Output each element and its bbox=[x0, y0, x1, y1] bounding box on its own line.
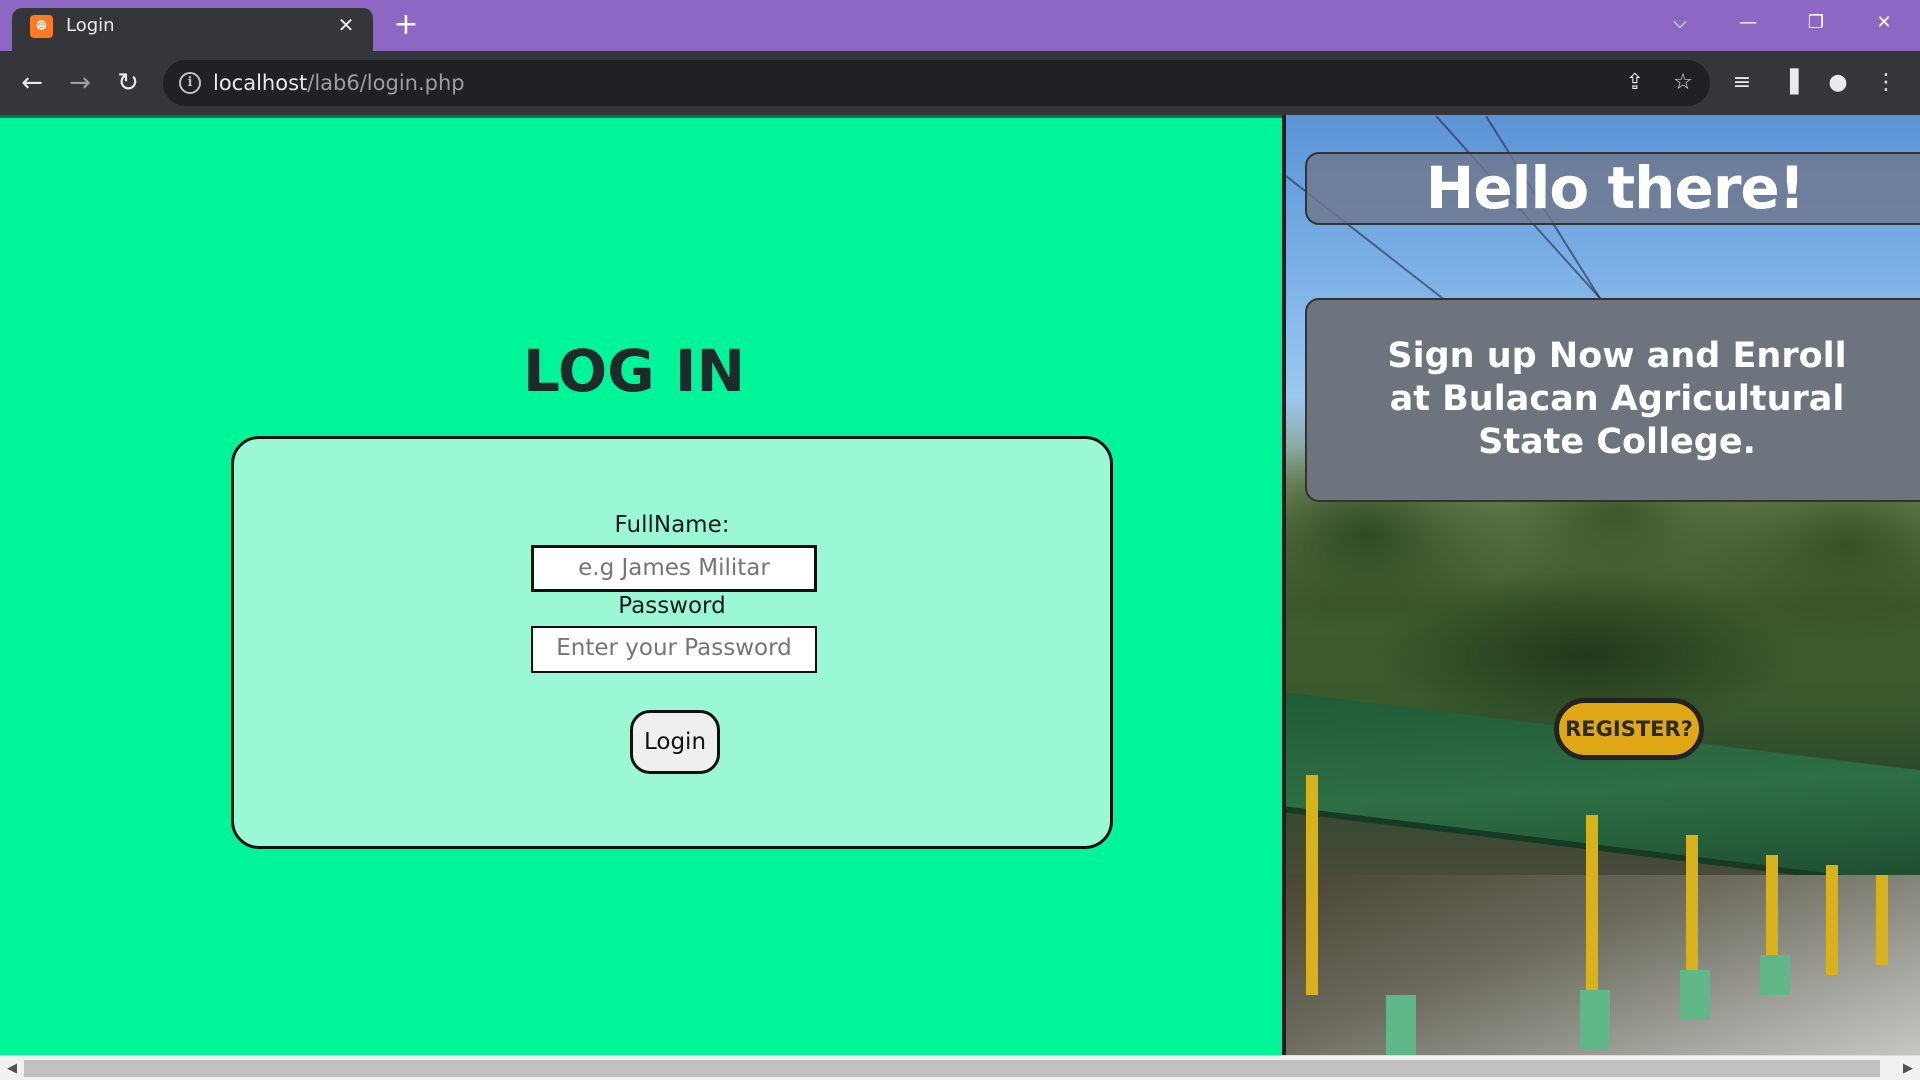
profile-icon[interactable]: ● bbox=[1822, 67, 1854, 99]
scroll-left-icon[interactable]: ◀ bbox=[2, 1059, 22, 1079]
scroll-right-icon[interactable]: ▶ bbox=[1898, 1059, 1918, 1079]
page-content: LOG IN FullName: e.g James Militar Passw… bbox=[0, 115, 1920, 1055]
fullname-input[interactable]: e.g James Militar bbox=[531, 545, 817, 592]
browser-title-bar: ꔮ Login ✕ + ⌵ — ❐ ✕ bbox=[0, 0, 1920, 51]
top-border bbox=[0, 115, 1282, 118]
address-bar[interactable]: i localhost/lab6/login.php ⇪ ☆ bbox=[163, 60, 1710, 106]
signup-message-box: Sign up Now and Enroll at Bulacan Agricu… bbox=[1305, 298, 1920, 502]
url-host: localhost bbox=[213, 71, 308, 95]
horizontal-scrollbar[interactable]: ◀ ▶ bbox=[0, 1055, 1920, 1080]
greeting-text: Hello there! bbox=[1425, 154, 1805, 222]
password-input[interactable]: Enter your Password bbox=[531, 626, 817, 673]
close-window-icon[interactable]: ✕ bbox=[1856, 6, 1912, 40]
login-form: FullName: e.g James Militar Password Ent… bbox=[231, 436, 1113, 849]
url-text[interactable]: localhost/lab6/login.php bbox=[213, 70, 465, 96]
bookmark-star-icon[interactable]: ☆ bbox=[1669, 69, 1697, 97]
restore-icon[interactable]: ❐ bbox=[1788, 6, 1844, 40]
fullname-label: FullName: bbox=[614, 512, 730, 538]
media-queue-icon[interactable]: ≡ bbox=[1726, 67, 1758, 99]
tab-search-icon[interactable]: ⌵ bbox=[1652, 6, 1708, 40]
forward-icon[interactable]: → bbox=[62, 65, 98, 101]
url-path: /lab6/login.php bbox=[307, 71, 465, 95]
browser-toolbar: ← → ↻ i localhost/lab6/login.php ⇪ ☆ ≡ ▐… bbox=[0, 51, 1920, 115]
login-title: LOG IN bbox=[522, 337, 746, 405]
password-label: Password bbox=[618, 593, 726, 619]
side-panel-icon[interactable]: ▐ bbox=[1774, 67, 1806, 99]
browser-tab[interactable]: ꔮ Login ✕ bbox=[12, 8, 373, 51]
back-icon[interactable]: ← bbox=[14, 65, 50, 101]
signup-message: Sign up Now and Enroll at Bulacan Agricu… bbox=[1387, 336, 1847, 462]
menu-kebab-icon[interactable]: ⋮ bbox=[1870, 67, 1902, 99]
register-button[interactable]: REGISTER? bbox=[1554, 698, 1704, 760]
greeting-banner: Hello there! bbox=[1305, 152, 1920, 225]
xampp-favicon-icon: ꔮ bbox=[30, 15, 53, 38]
tab-title: Login bbox=[66, 15, 115, 36]
minimize-icon[interactable]: — bbox=[1720, 6, 1776, 40]
login-button[interactable]: Login bbox=[630, 710, 720, 774]
login-section: LOG IN FullName: e.g James Militar Passw… bbox=[0, 119, 1282, 1049]
reload-icon[interactable]: ↻ bbox=[110, 65, 146, 101]
share-icon[interactable]: ⇪ bbox=[1621, 69, 1649, 97]
new-tab-icon[interactable]: + bbox=[390, 10, 422, 42]
promo-section: Hello there! Sign up Now and Enroll at B… bbox=[1286, 115, 1920, 1055]
site-info-icon[interactable]: i bbox=[179, 72, 201, 94]
scrollbar-thumb[interactable] bbox=[24, 1060, 1880, 1077]
tab-close-icon[interactable]: ✕ bbox=[333, 12, 359, 38]
